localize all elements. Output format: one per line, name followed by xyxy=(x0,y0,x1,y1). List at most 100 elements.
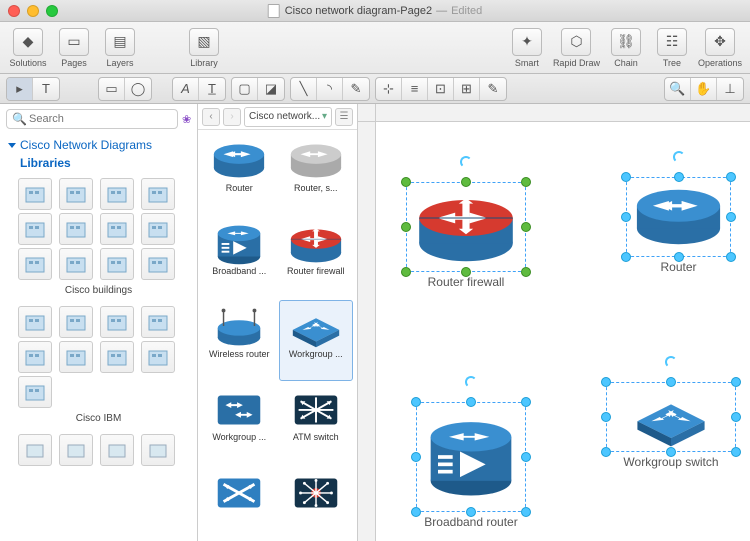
library-item[interactable] xyxy=(141,434,175,466)
selection-handle[interactable] xyxy=(601,447,611,457)
selection-handle[interactable] xyxy=(731,377,741,387)
library-item[interactable] xyxy=(100,248,134,280)
shape-expand[interactable] xyxy=(202,466,277,537)
text-box-tool[interactable]: T̲ xyxy=(199,78,225,100)
canvas-node-wgswitch[interactable]: Workgroup switch xyxy=(606,382,736,469)
library-item[interactable] xyxy=(59,306,93,338)
shape-wg-flat[interactable]: Workgroup ... xyxy=(202,383,277,464)
note-tool[interactable]: ◪ xyxy=(258,78,284,100)
library-item[interactable] xyxy=(59,434,93,466)
selection-handle[interactable] xyxy=(674,252,684,262)
pen-tool[interactable]: ✎ xyxy=(343,78,369,100)
selection-handle[interactable] xyxy=(521,507,531,517)
library-item[interactable] xyxy=(100,434,134,466)
selection-handle[interactable] xyxy=(466,507,476,517)
selection-handle[interactable] xyxy=(401,177,411,187)
line-tool[interactable]: ╲ xyxy=(291,78,317,100)
refresh-icon[interactable]: ❀ xyxy=(182,113,191,126)
library-item[interactable] xyxy=(18,376,52,408)
view-mode-button[interactable]: ☰ xyxy=(335,108,353,126)
anchor-tool[interactable]: ⊹ xyxy=(376,78,402,100)
selection-handle[interactable] xyxy=(401,267,411,277)
library-item[interactable] xyxy=(18,248,52,280)
selection-handle[interactable] xyxy=(461,267,471,277)
selection-handle[interactable] xyxy=(621,212,631,222)
selection-handle[interactable] xyxy=(601,412,611,422)
selection-handle[interactable] xyxy=(666,447,676,457)
canvas[interactable]: Router firewall Router Broadband router Wor… xyxy=(376,122,750,541)
selection-handle[interactable] xyxy=(521,222,531,232)
selection-handle[interactable] xyxy=(601,377,611,387)
selection-handle[interactable] xyxy=(726,212,736,222)
canvas-node-router[interactable]: Router xyxy=(626,177,731,274)
library-item[interactable] xyxy=(141,213,175,245)
toolbar-solutions[interactable]: ◆Solutions xyxy=(6,26,50,70)
text-tool[interactable]: T xyxy=(33,78,59,100)
library-item[interactable] xyxy=(59,248,93,280)
toolbar-library[interactable]: ▧ Library xyxy=(182,26,226,70)
library-item[interactable] xyxy=(100,213,134,245)
minimize-window-button[interactable] xyxy=(27,5,39,17)
shape-workgroup[interactable]: Workgroup ... xyxy=(279,300,354,381)
toolbar-rapid-draw[interactable]: ⬡Rapid Draw xyxy=(551,26,602,70)
measure-tool[interactable]: ≡ xyxy=(402,78,428,100)
pan-tool[interactable]: ✋ xyxy=(691,78,717,100)
align-tool[interactable]: ⊞ xyxy=(454,78,480,100)
selection-handle[interactable] xyxy=(411,507,421,517)
library-item[interactable] xyxy=(18,341,52,373)
selection-handle[interactable] xyxy=(726,172,736,182)
zoom-tool[interactable]: 🔍 xyxy=(665,78,691,100)
canvas-node-broadband[interactable]: Broadband router xyxy=(416,402,526,529)
close-window-button[interactable] xyxy=(8,5,20,17)
shape-wireless[interactable]: Wireless router xyxy=(202,300,277,381)
shape-atm[interactable]: ATM switch xyxy=(279,383,354,464)
eyedrop-tool[interactable]: ✎ xyxy=(480,78,506,100)
toolbar-layers[interactable]: ▤Layers xyxy=(98,26,142,70)
selection-handle[interactable] xyxy=(461,177,471,187)
shape-hub[interactable] xyxy=(279,466,354,537)
selection-handle[interactable] xyxy=(666,377,676,387)
text-a-tool[interactable]: A xyxy=(173,78,199,100)
library-item[interactable] xyxy=(18,178,52,210)
selection-handle[interactable] xyxy=(726,252,736,262)
panel-heading-cisco[interactable]: Cisco Network Diagrams xyxy=(0,134,197,154)
selection-handle[interactable] xyxy=(674,172,684,182)
library-item[interactable] xyxy=(100,341,134,373)
nav-forward-button[interactable]: › xyxy=(223,108,241,126)
library-item[interactable] xyxy=(18,306,52,338)
selection-handle[interactable] xyxy=(621,172,631,182)
ruler-horizontal[interactable] xyxy=(376,104,750,122)
selection-handle[interactable] xyxy=(521,177,531,187)
canvas-node-router-firewall[interactable]: Router firewall xyxy=(406,182,526,289)
library-item[interactable] xyxy=(18,434,52,466)
rotate-handle-icon[interactable] xyxy=(465,376,477,388)
library-item[interactable] xyxy=(100,306,134,338)
rotate-handle-icon[interactable] xyxy=(665,356,677,368)
library-item[interactable] xyxy=(59,178,93,210)
shape-broadband[interactable]: Broadband ... xyxy=(202,217,277,298)
library-item[interactable] xyxy=(141,248,175,280)
pointer-tool[interactable]: ▸ xyxy=(7,78,33,100)
toolbar-chain[interactable]: ⛓Chain xyxy=(604,26,648,70)
comment-tool[interactable]: ▢ xyxy=(232,78,258,100)
selection-handle[interactable] xyxy=(521,267,531,277)
selection-handle[interactable] xyxy=(731,447,741,457)
library-item[interactable] xyxy=(59,341,93,373)
rect-tool[interactable]: ▭ xyxy=(99,78,125,100)
library-item[interactable] xyxy=(100,178,134,210)
library-item[interactable] xyxy=(141,178,175,210)
library-item[interactable] xyxy=(141,341,175,373)
library-item[interactable] xyxy=(141,306,175,338)
toolbar-smart[interactable]: ✦Smart xyxy=(505,26,549,70)
toolbar-operations[interactable]: ✥Operations xyxy=(696,26,744,70)
libraries-heading[interactable]: Libraries xyxy=(0,154,197,176)
shape-router-gray[interactable]: Router, s... xyxy=(279,134,354,215)
stamp-tool[interactable]: ⊥ xyxy=(717,78,743,100)
shape-router-fire[interactable]: Router firewall xyxy=(279,217,354,298)
selection-handle[interactable] xyxy=(401,222,411,232)
library-item[interactable] xyxy=(18,213,52,245)
selection-handle[interactable] xyxy=(621,252,631,262)
search-input[interactable] xyxy=(6,109,178,129)
rotate-handle-icon[interactable] xyxy=(673,151,685,163)
arc-tool[interactable]: ◝ xyxy=(317,78,343,100)
